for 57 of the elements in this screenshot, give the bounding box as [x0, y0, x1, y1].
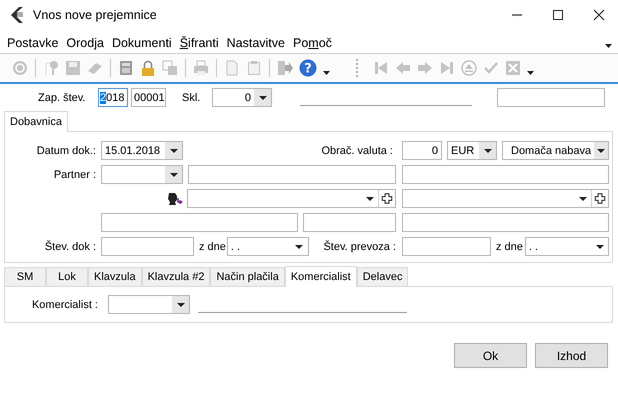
partner-dropdown[interactable] [101, 165, 183, 184]
field-label: Štev. dok : [44, 240, 96, 252]
field-label: Zap. štev. [37, 92, 86, 104]
text-field[interactable] [402, 165, 609, 184]
text-field[interactable] [101, 237, 194, 256]
field-label: Obrač. valuta : [321, 144, 393, 156]
year-field[interactable]: 2018 [98, 88, 128, 107]
add-icon[interactable] [378, 190, 395, 207]
field-label: Štev. prevoza : [323, 240, 396, 252]
text-field[interactable] [402, 213, 609, 232]
tab[interactable]: Dobavnica [4, 111, 68, 132]
menu-item[interactable]: Pomoč [288, 36, 336, 50]
field-label: Partner : [52, 168, 96, 180]
menu-item[interactable]: Postavke [3, 36, 62, 50]
caret-icon[interactable] [605, 44, 612, 48]
app-logo-icon [9, 6, 25, 24]
date-dropdown[interactable]: . . [226, 237, 309, 256]
field-label: Skl. [182, 92, 202, 104]
number-field[interactable]: 00001 [131, 88, 166, 107]
menu-item[interactable]: Orodja [62, 36, 108, 50]
tab[interactable]: SM [4, 267, 46, 286]
exit-button[interactable]: Izhod [535, 343, 608, 368]
caret-icon[interactable] [323, 71, 330, 75]
field-label: Komercialist : [30, 298, 98, 310]
date-dropdown[interactable]: . . [524, 237, 609, 256]
amount-field[interactable]: 0 [402, 141, 442, 160]
add-icon[interactable] [591, 190, 608, 207]
field-label: Datum dok.: [36, 144, 96, 156]
tab[interactable]: Lok [46, 267, 88, 286]
close-icon[interactable] [593, 9, 605, 21]
caret-icon[interactable] [527, 71, 534, 75]
menu-item[interactable]: Šifranti [176, 36, 223, 50]
lock-icon[interactable] [140, 60, 156, 76]
supply-type-dropdown[interactable]: Domača nabava [502, 141, 609, 160]
text-field[interactable] [402, 237, 491, 256]
text-field[interactable] [497, 88, 605, 107]
menu-item[interactable]: Dokumenti [108, 36, 176, 50]
maximize-icon[interactable] [552, 9, 564, 21]
field-label: z dne [199, 240, 226, 252]
text-field[interactable] [188, 165, 396, 184]
currency-dropdown[interactable]: EUR [447, 141, 497, 160]
tab[interactable]: Delavec [356, 267, 408, 286]
tab[interactable]: Klavzula #2 [142, 267, 210, 286]
tab[interactable]: Klavzula [88, 267, 142, 286]
tab[interactable]: Način plačila [210, 267, 285, 286]
sales-rep-dropdown[interactable] [108, 295, 190, 314]
tab[interactable]: Komercialist [284, 266, 357, 287]
person-arrow-icon[interactable] [167, 192, 183, 206]
help-icon[interactable]: ? [299, 59, 317, 77]
field-label: z dne [496, 240, 523, 252]
ok-button[interactable]: Ok [454, 343, 527, 368]
warehouse-dropdown[interactable]: 0 [212, 88, 272, 107]
window-title: Vnos nove prejemnice [33, 8, 157, 22]
text-field[interactable] [101, 213, 298, 232]
menu-item[interactable]: Nastavitve [222, 36, 289, 50]
date-dropdown[interactable]: 15.01.2018 [101, 141, 183, 160]
text-field[interactable] [303, 213, 396, 232]
